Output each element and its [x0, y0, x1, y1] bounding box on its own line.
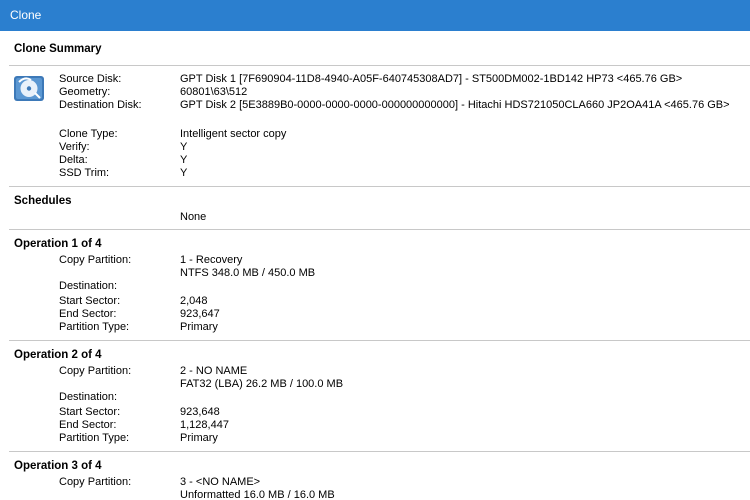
- operation-3-heading: Operation 3 of 4: [14, 460, 102, 472]
- verify-value: Y: [180, 141, 188, 153]
- destination-label: Destination:: [59, 391, 118, 403]
- destination-label: Destination:: [59, 280, 118, 292]
- start-sector-label: Start Sector:: [59, 295, 121, 307]
- window-title: Clone: [10, 8, 42, 22]
- geometry-value: 60801\63\512: [180, 86, 248, 98]
- source-disk-value: GPT Disk 1 [7F690904-11D8-4940-A05F-6407…: [180, 73, 683, 85]
- copy-partition-detail: NTFS 348.0 MB / 450.0 MB: [180, 267, 316, 279]
- partition-type-label: Partition Type:: [59, 432, 130, 444]
- clone-summary-panel[interactable]: Clone Summary Source Disk: GPT Disk 1 [7…: [0, 31, 750, 500]
- geometry-label: Geometry:: [59, 86, 111, 98]
- end-sector-label: End Sector:: [59, 308, 117, 320]
- start-sector-label: Start Sector:: [59, 406, 121, 418]
- copy-partition-detail: FAT32 (LBA) 26.2 MB / 100.0 MB: [180, 378, 344, 390]
- clone-disk-icon: [14, 76, 44, 101]
- copy-partition-label: Copy Partition:: [59, 365, 132, 377]
- delta-label: Delta:: [59, 154, 88, 166]
- partition-type-value: Primary: [180, 321, 218, 333]
- copy-partition-name: 3 - <NO NAME>: [180, 476, 261, 488]
- clone-type-label: Clone Type:: [59, 128, 118, 140]
- divider: [9, 229, 750, 230]
- destination-disk-label: Destination Disk:: [59, 99, 142, 111]
- divider: [9, 65, 750, 66]
- copy-partition-name: 2 - NO NAME: [180, 365, 248, 377]
- copy-partition-label: Copy Partition:: [59, 476, 132, 488]
- end-sector-label: End Sector:: [59, 419, 117, 431]
- end-sector-value: 1,128,447: [180, 419, 229, 431]
- divider: [9, 186, 750, 187]
- verify-label: Verify:: [59, 141, 90, 153]
- operation-1-heading: Operation 1 of 4: [14, 238, 102, 250]
- end-sector-value: 923,647: [180, 308, 220, 320]
- operation-2-heading: Operation 2 of 4: [14, 349, 102, 361]
- destination-disk-value: GPT Disk 2 [5E3889B0-0000-0000-0000-0000…: [180, 99, 730, 111]
- window-title-bar[interactable]: Clone: [0, 0, 750, 31]
- divider: [9, 340, 750, 341]
- partition-type-value: Primary: [180, 432, 218, 444]
- clone-type-value: Intelligent sector copy: [180, 128, 287, 140]
- ssd-trim-label: SSD Trim:: [59, 167, 110, 179]
- start-sector-value: 923,648: [180, 406, 220, 418]
- delta-value: Y: [180, 154, 188, 166]
- copy-partition-label: Copy Partition:: [59, 254, 132, 266]
- schedules-heading: Schedules: [14, 195, 72, 207]
- copy-partition-detail: Unformatted 16.0 MB / 16.0 MB: [180, 489, 335, 500]
- partition-type-label: Partition Type:: [59, 321, 130, 333]
- divider: [9, 451, 750, 452]
- schedules-value: None: [180, 211, 207, 223]
- ssd-trim-value: Y: [180, 167, 188, 179]
- copy-partition-name: 1 - Recovery: [180, 254, 243, 266]
- source-disk-label: Source Disk:: [59, 73, 122, 85]
- start-sector-value: 2,048: [180, 295, 208, 307]
- clone-summary-heading: Clone Summary: [14, 43, 102, 55]
